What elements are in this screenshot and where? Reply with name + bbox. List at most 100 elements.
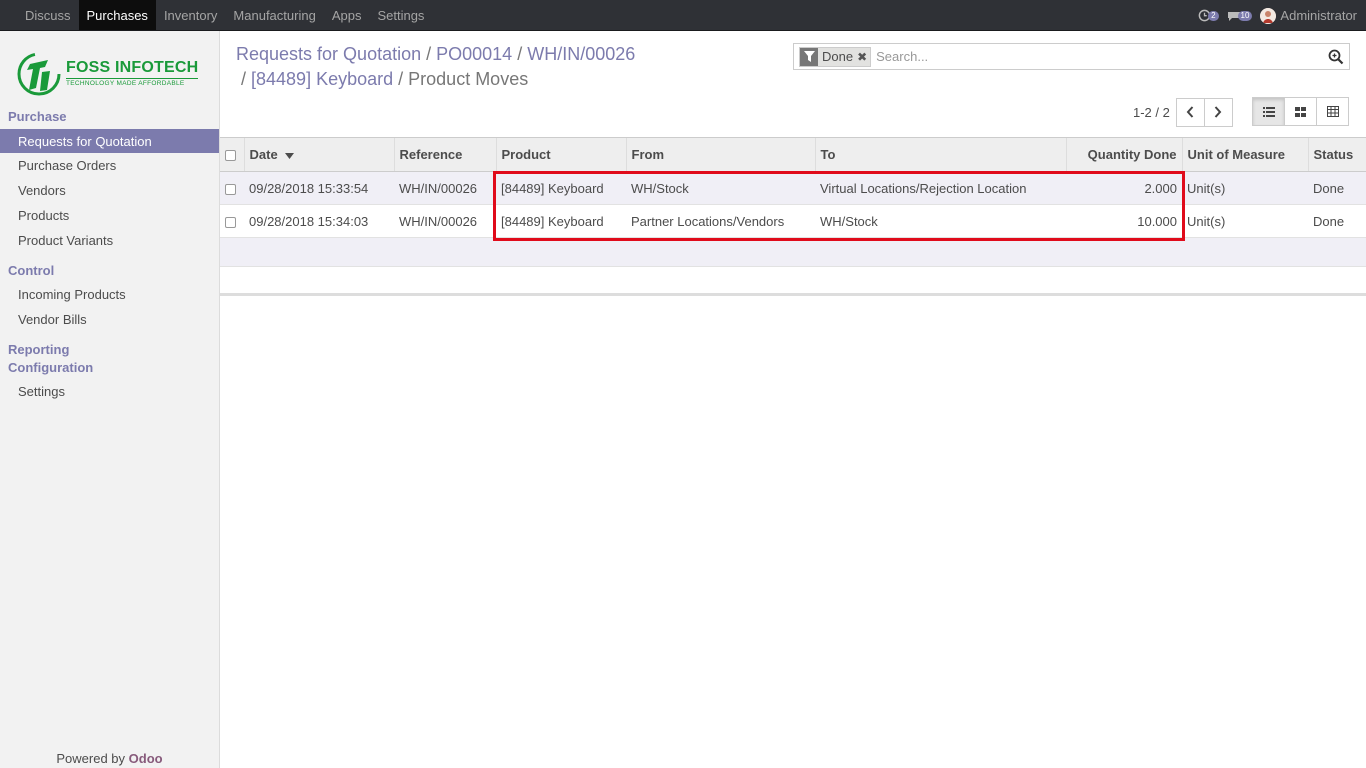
menu-purchases[interactable]: Purchases [78,0,156,30]
column-reference[interactable]: Reference [393,137,496,172]
section-purchase: Purchase [8,109,67,124]
logo-brand: FOSS INFOTECH [66,59,199,76]
sort-down-icon [285,153,295,159]
app-menu: Discuss Purchases Inventory Manufacturin… [0,0,432,30]
section-configuration: Configuration [8,360,94,375]
facet-value: Done [822,49,854,64]
column-product[interactable]: Product [495,137,626,172]
column-status[interactable]: Status [1307,137,1366,172]
empty-row [220,238,1366,267]
top-navbar: Discuss Purchases Inventory Manufacturin… [0,0,1366,31]
search-options-icon[interactable] [1328,49,1344,68]
pager: 1-2 / 2 [1133,97,1233,127]
cell-from: Partner Locations/Vendors [631,213,785,229]
column-quantity-done[interactable]: Quantity Done [1065,137,1182,172]
chevron-right-icon [1215,106,1222,118]
sidebar-item-vendors[interactable]: Vendors [0,178,219,202]
table-header-row: Date Reference Product From To Quantity … [220,137,1366,172]
filter-icon [800,47,818,66]
sidebar-item-vendor-bills[interactable]: Vendor Bills [0,307,219,331]
pager-previous-button[interactable] [1175,97,1205,127]
avatar [1260,7,1277,24]
column-from[interactable]: From [625,137,815,172]
cell-product: [84489] Keyboard [501,213,604,229]
table-row[interactable]: 09/28/2018 15:33:54 WH/IN/00026 [84489] … [220,171,1366,205]
cell-date: 09/28/2018 15:33:54 [249,180,369,196]
company-logo[interactable]: FOSS INFOTECH TECHNOLOGY MADE AFFORDABLE [14,49,199,97]
menu-settings[interactable]: Settings [369,0,432,30]
section-control: Control [8,263,55,278]
row-checkbox[interactable] [220,172,244,205]
column-uom[interactable]: Unit of Measure [1181,137,1308,172]
search-facet-filter: Done ✖ [799,46,872,67]
list-view-button[interactable] [1252,97,1285,126]
product-moves-list: Date Reference Product From To Quantity … [220,137,1366,296]
cell-quantity-done: 10.000 [1137,213,1177,229]
sidebar: FOSS INFOTECH TECHNOLOGY MADE AFFORDABLE… [0,31,220,768]
view-switcher [1252,97,1349,126]
cell-to: Virtual Locations/Rejection Location [820,180,1027,196]
search-bar[interactable]: Done ✖ Search... [793,43,1350,70]
cell-to: WH/Stock [820,213,878,229]
search-input[interactable]: Search... [876,49,928,64]
powered-by: Powered by Odoo [0,751,219,766]
breadcrumb-item-rfq[interactable]: Requests for Quotation [236,44,421,64]
sidebar-item-settings[interactable]: Settings [0,379,219,403]
chevron-left-icon [1187,106,1194,118]
cell-date: 09/28/2018 15:34:03 [249,213,369,229]
activity-menu[interactable]: 2 [1198,9,1219,22]
facet-remove-icon[interactable]: ✖ [857,50,870,64]
menu-inventory[interactable]: Inventory [156,0,225,30]
list-icon [1262,106,1275,117]
cell-product: [84489] Keyboard [501,180,604,196]
powered-prefix: Powered by [56,751,126,766]
cell-reference: WH/IN/00026 [399,180,478,196]
activity-count-badge: 2 [1208,10,1219,21]
breadcrumb-separator: / [398,69,404,89]
sidebar-item-purchase-orders[interactable]: Purchase Orders [0,153,219,177]
column-date[interactable]: Date [243,137,394,172]
select-all-checkbox[interactable] [220,137,244,172]
breadcrumb-item-po[interactable]: PO00014 [436,44,512,64]
breadcrumb: Requests for Quotation / PO00014/WH/IN/000… [236,42,776,92]
menu-apps[interactable]: Apps [324,0,370,30]
messages-menu[interactable]: 10 [1227,10,1253,22]
column-to[interactable]: To [814,137,1066,172]
cell-quantity-done: 2.000 [1144,180,1177,196]
sidebar-item-incoming-products[interactable]: Incoming Products [0,282,219,306]
section-reporting[interactable]: Reporting [8,342,69,357]
cell-status: Done [1313,213,1345,229]
breadcrumb-separator: / [517,44,523,64]
logo-tagline: TECHNOLOGY MADE AFFORDABLE [66,78,199,87]
cell-uom: Unit(s) [1187,180,1226,196]
messages-count-badge: 10 [1237,10,1253,21]
cell-reference: WH/IN/00026 [399,213,478,229]
kanban-icon [1295,106,1306,117]
pager-next-button[interactable] [1203,97,1233,127]
table-row[interactable]: 09/28/2018 15:34:03 WH/IN/00026 [84489] … [220,205,1366,238]
breadcrumb-item-product[interactable]: [84489] Keyboard [251,69,393,89]
pivot-view-button[interactable] [1316,97,1349,126]
user-name: Administrator [1280,8,1357,23]
systray: 2 10 Administrator [1198,0,1357,31]
menu-discuss[interactable]: Discuss [17,0,79,30]
kanban-view-button[interactable] [1284,97,1317,126]
row-checkbox[interactable] [220,205,244,238]
breadcrumb-current: Product Moves [408,69,529,89]
cell-from: WH/Stock [631,180,689,196]
foss-logo-icon [17,52,61,96]
table-footer [220,267,1366,296]
user-menu[interactable]: Administrator [1260,7,1357,24]
table-icon [1326,106,1339,117]
menu-manufacturing[interactable]: Manufacturing [225,0,323,30]
sidebar-item-product-variants[interactable]: Product Variants [0,228,219,252]
sidebar-item-products[interactable]: Products [0,203,219,227]
breadcrumb-separator: / [241,69,247,89]
cell-status: Done [1313,180,1345,196]
odoo-link[interactable]: Odoo [129,751,163,766]
breadcrumb-separator: / [426,44,432,64]
sidebar-item-requests-for-quotation[interactable]: Requests for Quotation [0,129,219,153]
breadcrumb-item-picking[interactable]: WH/IN/00026 [527,44,635,64]
pager-value[interactable]: 1-2 / 2 [1133,105,1170,120]
cell-uom: Unit(s) [1187,213,1226,229]
